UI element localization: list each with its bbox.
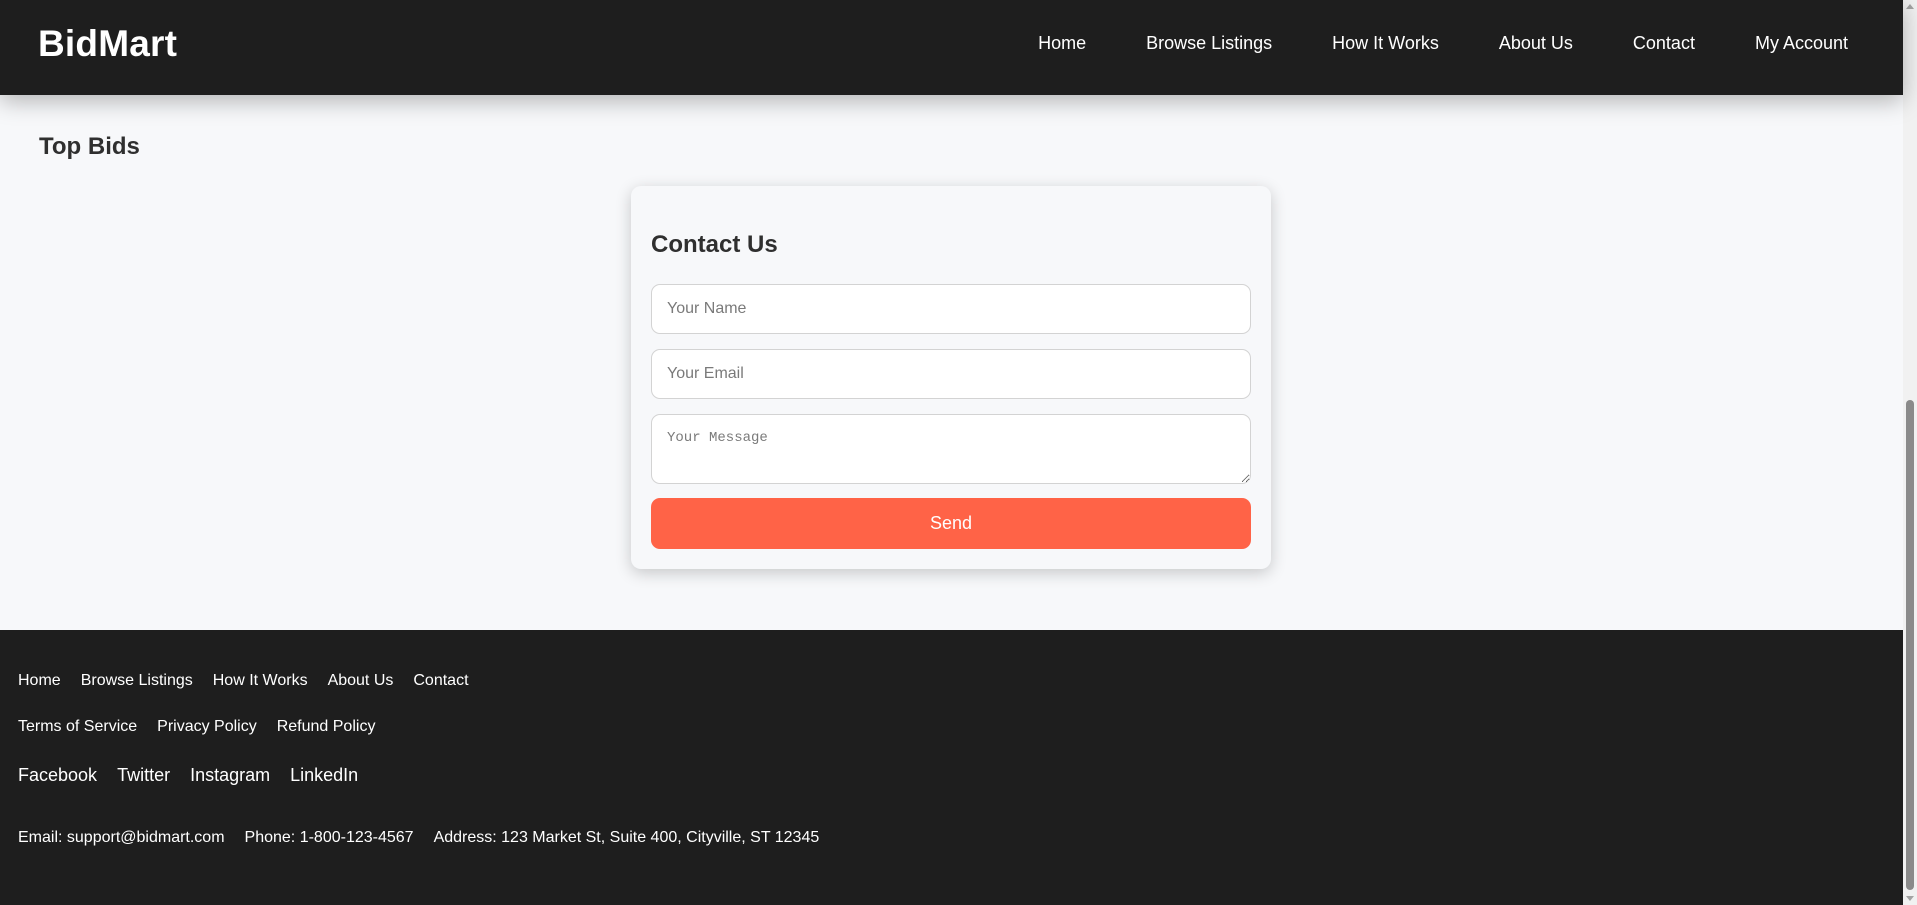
section-title-top-bids: Top Bids bbox=[39, 133, 140, 160]
nav-contact[interactable]: Contact bbox=[1633, 33, 1695, 54]
nav-about-us[interactable]: About Us bbox=[1499, 33, 1573, 54]
social-link-instagram[interactable]: Instagram bbox=[190, 765, 270, 786]
footer-link-about-us[interactable]: About Us bbox=[328, 672, 394, 690]
footer-policy-links: Terms of Service Privacy Policy Refund P… bbox=[18, 718, 395, 736]
nav-my-account[interactable]: My Account bbox=[1755, 33, 1848, 54]
message-textarea[interactable] bbox=[651, 414, 1251, 484]
footer-email: Email: support@bidmart.com bbox=[18, 829, 225, 846]
site-footer: Home Browse Listings How It Works About … bbox=[0, 630, 1903, 905]
footer-phone: Phone: 1-800-123-4567 bbox=[244, 829, 414, 846]
footer-link-privacy[interactable]: Privacy Policy bbox=[157, 718, 257, 736]
footer-link-home[interactable]: Home bbox=[18, 672, 61, 690]
social-link-facebook[interactable]: Facebook bbox=[18, 765, 97, 786]
footer-link-contact[interactable]: Contact bbox=[413, 672, 468, 690]
footer-link-refund[interactable]: Refund Policy bbox=[277, 718, 376, 736]
nav-browse-listings[interactable]: Browse Listings bbox=[1146, 33, 1272, 54]
contact-form-title: Contact Us bbox=[651, 231, 778, 258]
email-input[interactable] bbox=[651, 349, 1251, 399]
footer-link-terms[interactable]: Terms of Service bbox=[18, 718, 137, 736]
footer-link-how-it-works[interactable]: How It Works bbox=[213, 672, 308, 690]
social-link-twitter[interactable]: Twitter bbox=[117, 765, 170, 786]
scroll-up-arrow-icon[interactable] bbox=[1906, 4, 1914, 9]
scrollbar-thumb[interactable] bbox=[1906, 400, 1914, 890]
nav-home[interactable]: Home bbox=[1038, 33, 1086, 54]
footer-address: Address: 123 Market St, Suite 400, Cityv… bbox=[433, 829, 820, 846]
scroll-down-arrow-icon[interactable] bbox=[1906, 896, 1914, 901]
brand-logo[interactable]: BidMart bbox=[38, 23, 177, 65]
page: BidMart Home Browse Listings How It Work… bbox=[0, 0, 1917, 905]
footer-social-links: Facebook Twitter Instagram LinkedIn bbox=[18, 765, 378, 786]
main-nav: Home Browse Listings How It Works About … bbox=[1038, 33, 1848, 54]
footer-link-browse-listings[interactable]: Browse Listings bbox=[81, 672, 193, 690]
contact-form-card: Contact Us Send bbox=[631, 186, 1271, 569]
vertical-scrollbar[interactable] bbox=[1903, 0, 1917, 905]
name-input[interactable] bbox=[651, 284, 1251, 334]
site-header: BidMart Home Browse Listings How It Work… bbox=[0, 0, 1903, 95]
send-button[interactable]: Send bbox=[651, 498, 1251, 549]
social-link-linkedin[interactable]: LinkedIn bbox=[290, 765, 358, 786]
footer-contact-info: Email: support@bidmart.com Phone: 1-800-… bbox=[18, 829, 839, 847]
nav-how-it-works[interactable]: How It Works bbox=[1332, 33, 1439, 54]
footer-links: Home Browse Listings How It Works About … bbox=[18, 672, 489, 690]
